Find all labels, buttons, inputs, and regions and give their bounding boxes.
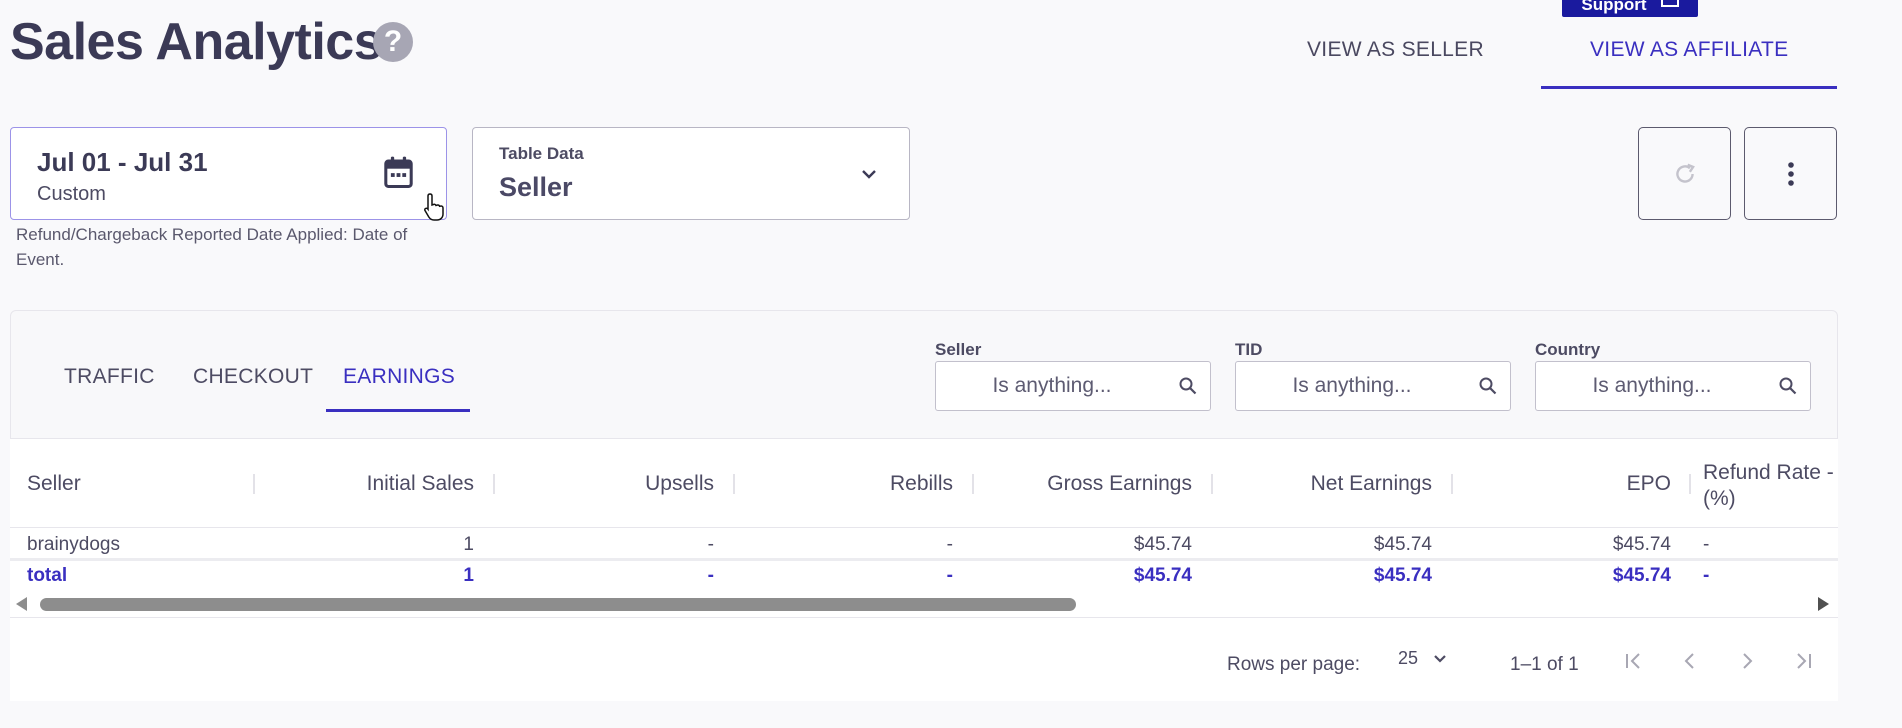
search-icon [1779,377,1797,395]
column-header-rebills[interactable]: Rebills [738,472,953,496]
total-refund-rate: - [1703,565,1710,586]
earnings-tab-indicator [326,409,470,412]
column-header-gross-earnings[interactable]: Gross Earnings [977,472,1192,496]
rows-per-page-select[interactable]: 25 [1398,648,1448,669]
total-gross-earnings: $45.74 [1133,565,1192,586]
rows-per-page-label: Rows per page: [1227,654,1361,675]
total-label: total [27,565,68,586]
cell-upsells: - [707,534,714,555]
support-label: Support [1581,0,1647,14]
column-resize-handle[interactable] [1211,474,1213,494]
tid-filter-input[interactable]: Is anything... [1235,361,1511,411]
search-icon [1479,377,1497,395]
support-button[interactable]: Support [1562,0,1698,17]
chevron-down-icon [862,170,876,179]
column-resize-handle[interactable] [972,474,974,494]
tab-view-as-affiliate[interactable]: VIEW AS AFFILIATE [1590,38,1788,62]
country-filter-placeholder: Is anything... [1592,374,1712,397]
date-range-value: Jul 01 - Jul 31 [37,147,208,177]
row-divider [10,558,1838,561]
refund-date-note: Refund/Chargeback Reported Date Applied:… [16,225,408,269]
country-filter-label: Country [1535,340,1601,359]
more-options-button[interactable] [1744,127,1837,220]
cell-net-earnings: $45.74 [1373,534,1432,555]
tab-checkout[interactable]: CHECKOUT [193,365,313,389]
cell-initial-sales: 1 [463,534,474,555]
column-header-epo[interactable]: EPO [1456,472,1671,496]
total-net-earnings: $45.74 [1373,565,1432,586]
first-page-button[interactable] [1616,646,1652,676]
tid-filter-label: TID [1235,340,1263,359]
last-page-icon [1797,653,1811,669]
column-resize-handle[interactable] [1451,474,1453,494]
last-page-button[interactable] [1785,646,1821,676]
column-header-initial-sales[interactable]: Initial Sales [258,472,474,496]
cell-refund-rate: - [1703,534,1710,555]
next-page-button[interactable] [1729,646,1765,676]
hand-cursor-icon [424,193,444,221]
date-range-picker[interactable]: Jul 01 - Jul 31 Custom [10,127,447,220]
country-filter-input[interactable]: Is anything... [1535,361,1811,411]
tab-view-as-seller[interactable]: VIEW AS SELLER [1307,38,1484,62]
total-epo: $45.74 [1612,565,1671,586]
table-data-select[interactable]: Table Data Seller [472,127,910,220]
seller-filter-input[interactable]: Is anything... [935,361,1211,411]
column-header-refund-rate[interactable]: Refund Rate - (%) [1703,460,1834,512]
chevron-down-icon [1434,654,1446,663]
cell-epo: $45.74 [1612,534,1671,555]
column-header-seller[interactable]: Seller [27,472,81,496]
cell-rebills: - [946,534,953,555]
column-header-upsells[interactable]: Upsells [498,472,714,496]
column-resize-handle[interactable] [1689,474,1691,494]
header-divider [10,527,1838,528]
support-icon [1660,0,1679,7]
column-resize-handle[interactable] [733,474,735,494]
date-range-mode: Custom [37,183,106,205]
page-title: Sales Analytics [10,13,383,71]
refund-rate-header-line1: Refund Rate - [1703,461,1834,484]
help-icon[interactable]: ? [373,22,413,62]
tab-earnings[interactable]: EARNINGS [343,365,455,389]
tab-traffic[interactable]: TRAFFIC [64,365,155,389]
table-data-label: Table Data [499,144,584,163]
previous-page-button[interactable] [1672,646,1708,676]
rows-per-page-value: 25 [1398,648,1419,668]
total-initial-sales: 1 [463,565,474,586]
tid-filter-placeholder: Is anything... [1292,374,1412,397]
pagination-range: 1–1 of 1 [1510,654,1579,675]
column-resize-handle[interactable] [253,474,255,494]
total-upsells: - [707,565,714,586]
scroll-right-arrow-icon[interactable] [1818,597,1829,611]
chevron-left-icon [1684,653,1694,669]
chevron-right-icon [1743,653,1753,669]
active-tab-indicator [1541,86,1837,89]
total-rebills: - [946,565,953,586]
first-page-icon [1626,653,1640,669]
scroll-left-arrow-icon[interactable] [16,597,27,611]
refresh-button[interactable] [1638,127,1731,220]
refund-rate-header-line2: (%) [1703,487,1736,510]
more-vert-icon [1787,161,1794,186]
cell-seller: brainydogs [27,534,120,555]
seller-filter-label: Seller [935,340,982,359]
scrollbar-thumb[interactable] [40,598,1076,611]
calendar-icon[interactable] [383,156,414,189]
column-resize-handle[interactable] [493,474,495,494]
refresh-icon [1675,163,1695,183]
pagination-divider [10,617,1838,618]
column-header-net-earnings[interactable]: Net Earnings [1216,472,1432,496]
cell-gross-earnings: $45.74 [1133,534,1192,555]
search-icon [1179,377,1197,395]
seller-filter-placeholder: Is anything... [992,374,1112,397]
table-data-value: Seller [499,172,573,202]
